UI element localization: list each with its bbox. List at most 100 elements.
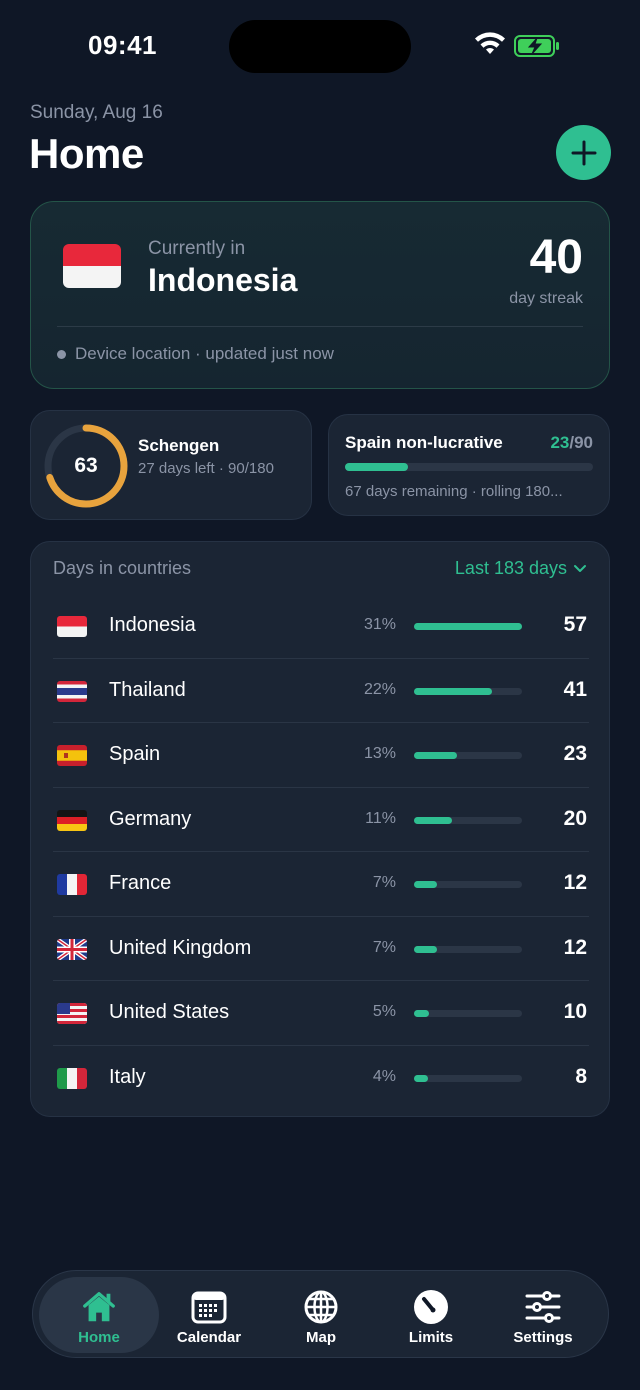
country-bar-fill <box>414 687 492 695</box>
country-percent: 31% <box>363 616 396 633</box>
schengen-title: Schengen <box>138 436 220 455</box>
country-bar-track <box>414 1010 522 1017</box>
tab-label: Limits <box>408 1329 454 1346</box>
battery-icon <box>514 35 559 57</box>
location-status-text: Device location · updated just now <box>75 344 334 363</box>
country-row[interactable]: United Kingdom 7% 12 <box>53 917 589 981</box>
country-row[interactable]: Spain 13% 23 <box>53 723 589 788</box>
country-days: 57 <box>563 613 587 636</box>
add-button[interactable] <box>556 125 611 180</box>
country-bar-track <box>414 881 522 888</box>
spain-subtitle: 67 days remaining · rolling 180... <box>345 483 563 500</box>
streak-count: 40 <box>529 231 583 284</box>
fr-flag-icon <box>57 874 87 895</box>
dynamic-island <box>229 20 411 73</box>
it-flag-icon <box>57 1067 87 1089</box>
spain-count: 23/90 <box>550 433 593 453</box>
country-name: Germany <box>109 807 192 830</box>
status-bar: 09:41 <box>0 0 640 95</box>
country-row[interactable]: France 7% 12 <box>53 852 589 917</box>
country-row[interactable]: United States 5% 10 <box>53 981 589 1046</box>
streak-label: day streak <box>509 290 583 307</box>
country-bar-fill <box>414 752 458 759</box>
country-bar-fill <box>414 945 437 953</box>
tab-label: Settings <box>513 1329 573 1346</box>
spain-progress-track <box>345 463 593 471</box>
country-percent: 13% <box>363 745 396 762</box>
sliders-icon <box>525 1291 561 1323</box>
divider <box>57 326 583 327</box>
tab-settings[interactable]: Settings <box>483 1277 603 1353</box>
date-label: Sunday, Aug 16 <box>30 102 163 123</box>
country-name: France <box>109 872 172 894</box>
country-row[interactable]: Germany 11% 20 <box>53 788 589 852</box>
country-days: 12 <box>563 871 587 894</box>
indonesia-flag-icon <box>63 244 121 288</box>
currently-in-label: Currently in <box>148 238 246 259</box>
schengen-subtitle: 27 days left · 90/180 <box>138 460 274 477</box>
id-flag-icon <box>57 616 87 637</box>
country-name: Thailand <box>109 678 186 701</box>
plus-icon <box>571 140 596 165</box>
country-percent: 7% <box>372 874 396 891</box>
country-name: Indonesia <box>109 614 196 636</box>
current-country: Indonesia <box>148 262 298 298</box>
wifi-icon <box>475 32 505 54</box>
calendar-icon <box>191 1291 227 1324</box>
tab-label: Calendar <box>176 1329 242 1346</box>
schengen-value: 63 <box>74 454 98 477</box>
country-name: Spain <box>109 743 161 765</box>
country-bar-fill <box>414 881 437 888</box>
spain-visa-card[interactable]: Spain non-lucrative 23/90 67 days remain… <box>328 414 610 516</box>
globe-icon <box>304 1290 338 1324</box>
tab-map[interactable]: Map <box>261 1277 381 1353</box>
country-days: 41 <box>563 677 587 701</box>
country-row[interactable]: Thailand 22% 41 <box>53 659 589 723</box>
country-days: 12 <box>563 935 587 959</box>
spain-used: 23 <box>550 433 570 452</box>
gauge-icon <box>414 1290 448 1324</box>
location-status-dot <box>57 350 66 359</box>
tab-limits[interactable]: Limits <box>371 1277 491 1353</box>
country-bar-track <box>414 752 522 759</box>
country-days: 20 <box>563 806 587 830</box>
country-bar-track <box>414 687 522 695</box>
country-days: 23 <box>563 742 587 765</box>
country-name: United Kingdom <box>109 936 252 959</box>
country-row[interactable]: Italy 4% 8 <box>53 1046 589 1111</box>
th-flag-icon <box>57 680 87 702</box>
current-location-card[interactable]: Currently in Indonesia 40 day streak Dev… <box>30 201 610 389</box>
country-row[interactable]: Indonesia 31% 57 <box>53 594 589 659</box>
country-days: 8 <box>575 1064 587 1088</box>
de-flag-icon <box>57 809 87 831</box>
spain-title: Spain non-lucrative <box>345 433 503 452</box>
country-bar-fill <box>414 623 522 630</box>
country-bar-track <box>414 945 522 953</box>
tab-bar: Home Calendar Map Limits Settings <box>32 1270 609 1358</box>
us-flag-icon <box>57 1003 87 1024</box>
tab-home[interactable]: Home <box>39 1277 159 1353</box>
home-icon <box>83 1292 115 1322</box>
country-days: 10 <box>563 1000 587 1023</box>
country-list: Indonesia 31% 57 Thailand 22% 41 Spain 13% 23 Ger… <box>53 594 589 1110</box>
tab-calendar[interactable]: Calendar <box>149 1277 269 1353</box>
country-bar-fill <box>414 816 452 824</box>
country-name: Italy <box>109 1065 146 1088</box>
range-selector[interactable]: Last 183 days <box>455 558 587 579</box>
tab-label: Home <box>78 1329 120 1346</box>
country-bar-fill <box>414 1074 429 1082</box>
country-percent: 22% <box>363 680 396 698</box>
page-title: Home <box>29 130 144 177</box>
country-percent: 4% <box>372 1067 396 1085</box>
country-bar-track <box>414 816 522 824</box>
country-bar-track <box>414 623 522 630</box>
schengen-card[interactable]: 63 Schengen 27 days left · 90/180 <box>30 410 312 520</box>
country-percent: 11% <box>365 809 396 827</box>
range-label: Last 183 days <box>454 558 567 578</box>
country-percent: 5% <box>372 1003 396 1020</box>
chevron-down-icon <box>574 564 586 572</box>
gb-flag-icon <box>57 938 87 960</box>
spain-total: /90 <box>569 433 593 452</box>
country-bar-fill <box>414 1010 430 1017</box>
country-percent: 7% <box>372 938 396 956</box>
